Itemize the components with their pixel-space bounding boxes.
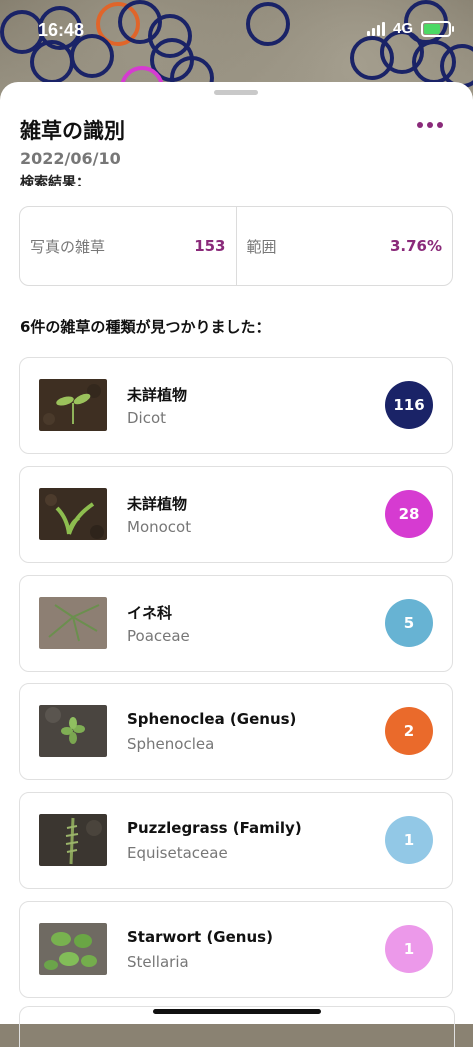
weed-name: Sphenoclea (Genus) — [127, 710, 297, 729]
weed-thumbnail — [39, 922, 107, 975]
list-item[interactable]: Sphenoclea (Genus) Sphenoclea 2 — [19, 683, 453, 781]
sheet-grabber[interactable] — [214, 90, 258, 95]
list-item[interactable]: イネ科 Poaceae 5 — [19, 574, 453, 672]
weed-name: イネ科 — [127, 603, 173, 622]
list-item[interactable]: Puzzlegrass (Family) Equisetaceae 1 — [19, 792, 453, 890]
home-indicator[interactable] — [153, 1009, 321, 1014]
count-badge: 5 — [385, 598, 433, 647]
network-label: 4G — [392, 20, 413, 37]
weed-thumbnail — [39, 379, 107, 431]
found-count-text: 6件の雑草の種類が見つかりました： — [20, 318, 271, 336]
signal-icon — [366, 21, 385, 36]
weed-thumbnail — [39, 487, 107, 540]
weed-scientific-name: Dicot — [127, 409, 167, 427]
weed-scientific-name: Stellaria — [127, 952, 189, 971]
status-time: 16:48 — [38, 20, 85, 40]
count-badge: 28 — [385, 489, 433, 538]
count-badge: 2 — [385, 707, 433, 756]
weed-list: 未詳植物 Dicot 116 未詳植物 Monocot 28 イネ科 Poaceae 5 Sphe… — [19, 357, 453, 1010]
weed-scientific-name: Sphenoclea — [127, 735, 215, 754]
weed-scientific-name: Equisetaceae — [127, 844, 228, 863]
status-bar: 16:48 4G — [0, 0, 473, 60]
stats-panel: 写真の雑草 153 範囲 3.76% — [19, 206, 453, 286]
weed-scientific-name: Poaceae — [127, 626, 190, 645]
list-item[interactable]: Starwort (Genus) Stellaria 1 — [19, 900, 453, 998]
weed-name: 未詳植物 — [127, 494, 188, 513]
section-label: 検索結果： — [20, 175, 90, 186]
weed-thumbnail — [39, 596, 107, 649]
list-item[interactable]: 未詳植物 Dicot 116 — [19, 357, 453, 454]
count-badge: 1 — [385, 924, 433, 973]
stat-coverage: 範囲 3.76% — [235, 207, 453, 285]
stat-weed-count: 写真の雑草 153 — [30, 237, 226, 256]
weed-name: Puzzlegrass (Family) — [127, 819, 302, 838]
scan-date: 2022/06/10 — [20, 149, 121, 168]
weed-thumbnail — [39, 814, 107, 867]
count-badge: 1 — [385, 816, 433, 865]
count-badge: 116 — [385, 381, 433, 429]
list-item[interactable]: 未詳植物 Monocot 28 — [19, 465, 453, 563]
page-title: 雑草の識別 — [20, 119, 125, 143]
more-options-icon[interactable] — [417, 122, 443, 128]
weed-thumbnail — [39, 705, 107, 758]
battery-icon — [421, 20, 454, 37]
weed-name: Starwort (Genus) — [127, 927, 273, 946]
weed-name: 未詳植物 — [127, 386, 188, 404]
results-sheet: 雑草の識別 2022/06/10 検索結果： 写真の雑草 153 範囲 3.76… — [0, 82, 473, 1047]
weed-scientific-name: Monocot — [127, 517, 192, 536]
